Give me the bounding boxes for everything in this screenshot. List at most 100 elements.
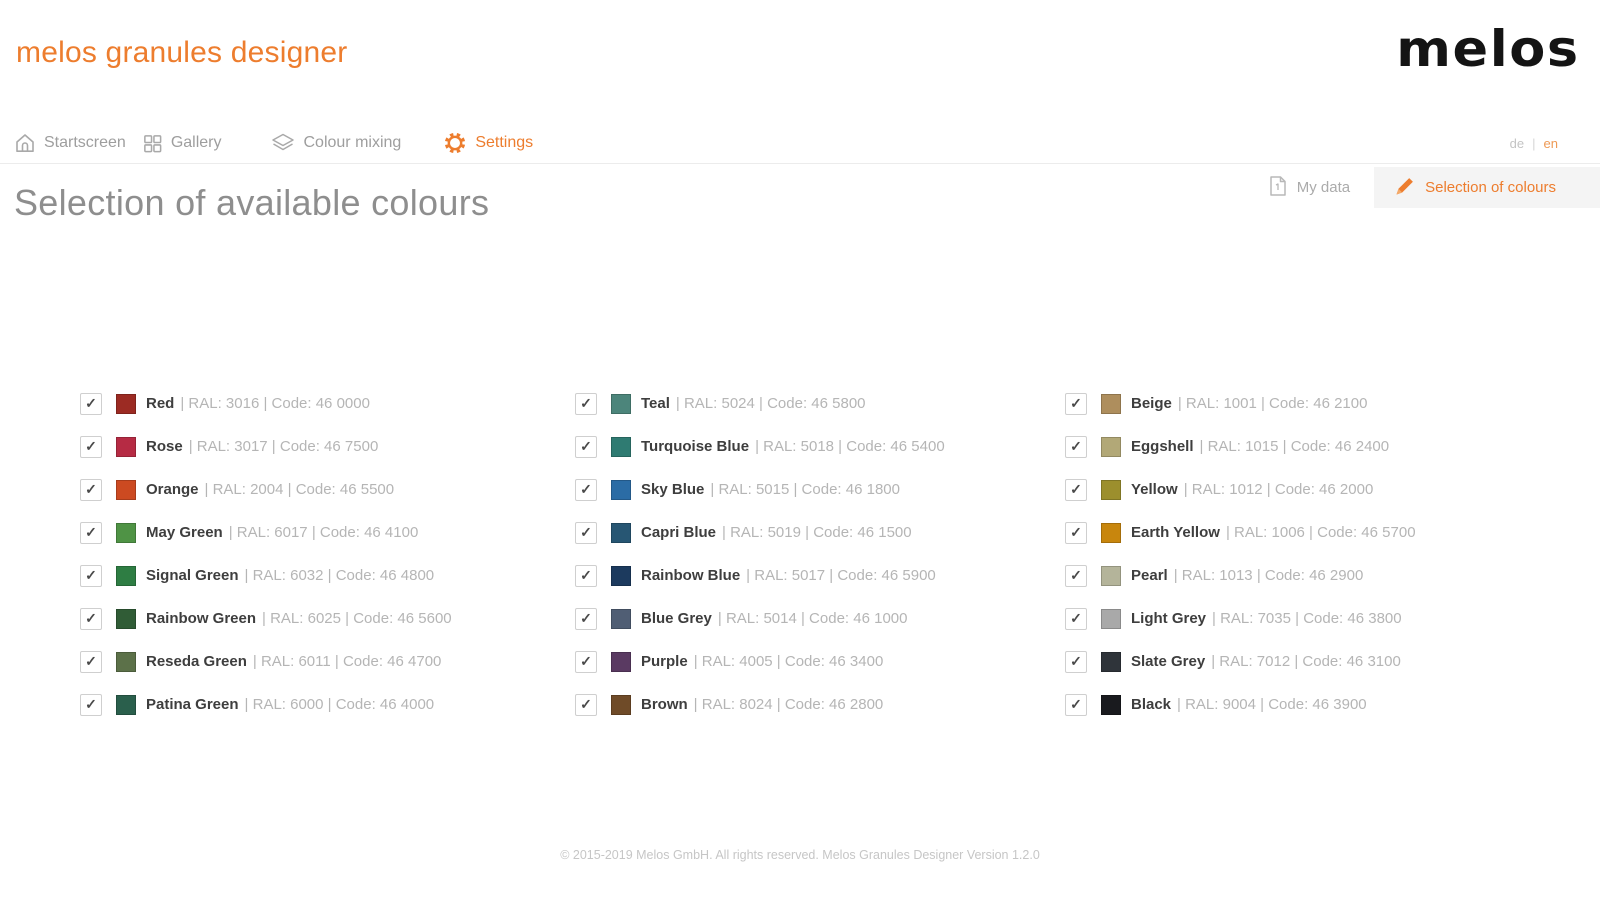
colour-swatch — [116, 522, 136, 543]
lang-option-en[interactable]: en — [1544, 136, 1558, 151]
colour-details: | RAL: 5024 | Code: 46 5800 — [675, 395, 866, 412]
colour-name: Sky Blue — [641, 481, 705, 498]
nav-item-label: Gallery — [170, 134, 222, 151]
colour-details: | RAL: 6011 | Code: 46 4700 — [252, 653, 442, 670]
colour-checkbox[interactable]: ✓ — [1065, 435, 1087, 458]
colour-details: | RAL: 4005 | Code: 46 3400 — [693, 653, 884, 670]
colour-details: | RAL: 5019 | Code: 46 1500 — [722, 524, 912, 541]
colour-details: | RAL: 6032 | Code: 46 4800 — [244, 567, 435, 584]
home-icon — [14, 132, 36, 154]
colour-mixing-icon — [270, 131, 296, 155]
colour-swatch — [611, 651, 631, 672]
nav-item-label: Colour mixing — [303, 134, 402, 151]
pencil-icon — [1394, 175, 1416, 201]
colour-swatch — [611, 694, 631, 715]
colour-name: Rose — [146, 438, 183, 455]
colour-checkbox[interactable]: ✓ — [1065, 650, 1087, 673]
colour-checkbox[interactable]: ✓ — [575, 435, 597, 458]
colour-name: Capri Blue — [641, 524, 717, 541]
colour-details: | RAL: 8024 | Code: 46 2800 — [693, 696, 884, 713]
colour-checkbox[interactable]: ✓ — [1065, 693, 1087, 716]
colour-swatch — [116, 393, 136, 414]
colour-checkbox[interactable]: ✓ — [80, 521, 102, 544]
colour-name: Earth Yellow — [1131, 524, 1220, 541]
colour-details: | RAL: 1015 | Code: 46 2400 — [1199, 438, 1390, 455]
colour-checkbox[interactable]: ✓ — [80, 392, 102, 415]
language-switcher: de | en — [1510, 136, 1558, 151]
main-nav: Startscreen Gallery Colour mixing Settin… — [14, 125, 533, 161]
colour-name: Rainbow Blue — [641, 567, 741, 584]
colour-row: ✓ Reseda Green | RAL: 6011 | Code: 46 47… — [80, 640, 575, 683]
colour-checkbox[interactable]: ✓ — [1065, 564, 1087, 587]
colour-name: Reseda Green — [146, 653, 247, 670]
colour-name: Beige — [1131, 395, 1172, 412]
colour-details: | RAL: 5018 | Code: 46 5400 — [755, 438, 945, 455]
nav-item-colour-mixing[interactable]: Colour mixing — [270, 131, 402, 155]
colour-details: | RAL: 7012 | Code: 46 3100 — [1211, 653, 1401, 670]
colour-checkbox[interactable]: ✓ — [80, 693, 102, 716]
colour-row: ✓ May Green | RAL: 6017 | Code: 46 4100 — [80, 511, 575, 554]
lang-option-de[interactable]: de — [1510, 136, 1524, 151]
colour-details: | RAL: 5015 | Code: 46 1800 — [710, 481, 900, 498]
colour-swatch — [116, 436, 136, 457]
colour-row: ✓ Blue Grey | RAL: 5014 | Code: 46 1000 — [575, 597, 1065, 640]
colour-checkbox[interactable]: ✓ — [1065, 392, 1087, 415]
colour-row: ✓ Earth Yellow | RAL: 1006 | Code: 46 57… — [1065, 511, 1416, 554]
tab-my-data[interactable]: My data — [1244, 167, 1374, 208]
colour-details: | RAL: 7035 | Code: 46 3800 — [1212, 610, 1402, 627]
colour-details: | RAL: 6025 | Code: 46 5600 — [262, 610, 452, 627]
colour-checkbox[interactable]: ✓ — [575, 564, 597, 587]
colour-swatch — [1101, 479, 1121, 500]
colour-checkbox[interactable]: ✓ — [575, 650, 597, 673]
colour-details: | RAL: 1013 | Code: 46 2900 — [1173, 567, 1364, 584]
colour-row: ✓ Purple | RAL: 4005 | Code: 46 3400 — [575, 640, 1065, 683]
document-icon — [1268, 175, 1288, 201]
colour-row: ✓ Teal | RAL: 5024 | Code: 46 5800 — [575, 382, 1065, 425]
footer-copyright: © 2015-2019 Melos GmbH. All rights reser… — [560, 848, 1040, 862]
colour-swatch — [611, 393, 631, 414]
colour-checkbox[interactable]: ✓ — [80, 650, 102, 673]
colour-checkbox[interactable]: ✓ — [575, 392, 597, 415]
colour-checkbox[interactable]: ✓ — [80, 607, 102, 630]
tab-selection-of-colours[interactable]: Selection of colours — [1374, 167, 1600, 208]
nav-item-startscreen[interactable]: Startscreen — [14, 132, 126, 154]
colour-details: | RAL: 1001 | Code: 46 2100 — [1177, 395, 1368, 412]
colour-swatch — [1101, 522, 1121, 543]
page-title: Selection of available colours — [14, 182, 490, 223]
colour-name: Signal Green — [146, 567, 239, 584]
nav-item-gallery[interactable]: Gallery — [142, 133, 222, 154]
colour-checkbox[interactable]: ✓ — [1065, 521, 1087, 544]
colour-checkbox[interactable]: ✓ — [1065, 607, 1087, 630]
colour-swatch — [116, 565, 136, 586]
colour-checkbox[interactable]: ✓ — [575, 478, 597, 501]
colour-swatch — [611, 522, 631, 543]
lang-separator: | — [1532, 136, 1536, 151]
colour-row: ✓ Turquoise Blue | RAL: 5018 | Code: 46 … — [575, 425, 1065, 468]
colour-details: | RAL: 3017 | Code: 46 7500 — [188, 438, 379, 455]
colour-row: ✓ Black | RAL: 9004 | Code: 46 3900 — [1065, 683, 1416, 726]
colour-checkbox[interactable]: ✓ — [80, 564, 102, 587]
colour-name: Patina Green — [146, 696, 239, 713]
colour-swatch — [116, 651, 136, 672]
colour-name: Yellow — [1131, 481, 1178, 498]
app-title: melos granules designer — [16, 36, 348, 69]
colour-details: | RAL: 2004 | Code: 46 5500 — [204, 481, 395, 498]
colour-row: ✓ Rose | RAL: 3017 | Code: 46 7500 — [80, 425, 575, 468]
colour-checkbox[interactable]: ✓ — [80, 435, 102, 458]
colour-name: Orange — [146, 481, 199, 498]
colour-checkbox[interactable]: ✓ — [575, 693, 597, 716]
colour-details: | RAL: 9004 | Code: 46 3900 — [1177, 696, 1367, 713]
colour-grid: ✓ Red | RAL: 3016 | Code: 46 0000 ✓ Rose… — [80, 382, 1416, 726]
colour-row: ✓ Eggshell | RAL: 1015 | Code: 46 2400 — [1065, 425, 1416, 468]
colour-swatch — [116, 479, 136, 500]
colour-name: Brown — [641, 696, 688, 713]
colour-checkbox[interactable]: ✓ — [575, 607, 597, 630]
colour-checkbox[interactable]: ✓ — [1065, 478, 1087, 501]
colour-column-3: ✓ Beige | RAL: 1001 | Code: 46 2100 ✓ Eg… — [1065, 382, 1416, 726]
colour-name: Purple — [641, 653, 688, 670]
colour-details: | RAL: 1012 | Code: 46 2000 — [1183, 481, 1374, 498]
colour-checkbox[interactable]: ✓ — [575, 521, 597, 544]
colour-swatch — [116, 694, 136, 715]
colour-checkbox[interactable]: ✓ — [80, 478, 102, 501]
nav-item-settings[interactable]: Settings — [443, 131, 533, 155]
